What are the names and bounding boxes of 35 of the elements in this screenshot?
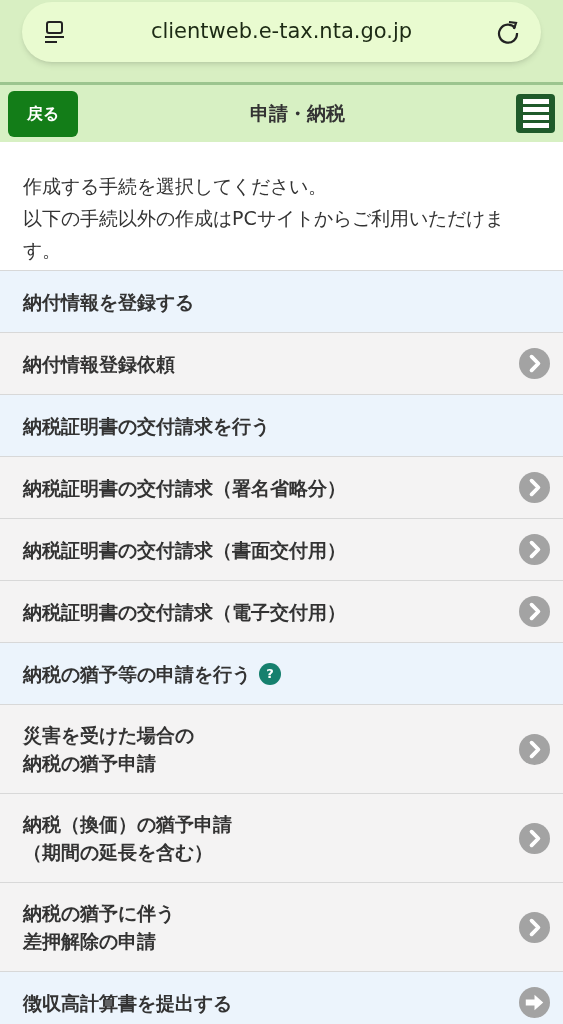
help-icon[interactable]: ? [259,662,281,685]
chevron-right-icon [519,472,550,503]
item-label: 徴収高計算書を提出する [23,990,232,1016]
menu-item[interactable]: 納税（換価）の猶予申請 （期間の延長を含む） [0,794,563,883]
arrow-right-icon [519,987,550,1018]
chevron-right-icon [519,348,550,379]
address-field[interactable]: clientweb.e-tax.nta.go.jp [22,2,541,62]
menu-item[interactable]: 納税証明書の交付請求（書面交付用） [0,519,563,581]
item-label: 納税証明書の交付請求を行う [23,413,270,439]
page-title: 申請・納税 [249,101,345,127]
chevron-right-icon [519,733,550,765]
instruction-text: 作成する手続を選択してください。 [23,174,328,199]
item-label: 納税証明書の交付請求（書面交付用） [23,537,346,563]
chevron-right-icon [519,911,550,943]
item-label: 災害を受けた場合の 納税の猶予申請 [23,723,194,776]
chevron-right-icon [519,596,550,627]
url-text: clientweb.e-tax.nta.go.jp [150,18,413,46]
menu-item[interactable]: 納税証明書の交付請求（電子交付用） [0,581,563,643]
back-button[interactable]: 戻る [8,90,78,137]
menu-item[interactable]: 納税の猶予に伴う 差押解除の申請 [0,883,563,972]
reload-icon[interactable] [495,19,521,45]
item-label: 納税証明書の交付請求（電子交付用） [23,599,346,625]
instruction-text: 以下の手続以外の作成はPCサイトからご利用いただけます。 [23,206,505,263]
chevron-right-icon [519,822,550,854]
menu-item[interactable]: 納付情報登録依頼 [0,333,563,395]
item-label: 納税の猶予等の申請を行う [23,661,251,687]
menu-item[interactable]: 災害を受けた場合の 納税の猶予申請 [0,705,563,794]
chevron-right-icon [519,534,550,565]
item-label: 納付情報を登録する [23,289,194,315]
menu-item[interactable]: 納税証明書の交付請求（署名省略分） [0,457,563,519]
item-label: 納税の猶予に伴う 差押解除の申請 [23,901,175,954]
item-label: 納税（換価）の猶予申請 （期間の延長を含む） [23,812,232,865]
item-label: 納付情報登録依頼 [23,351,175,377]
menu-icon[interactable] [516,94,555,133]
item-label: 納税証明書の交付請求（署名省略分） [23,475,346,501]
